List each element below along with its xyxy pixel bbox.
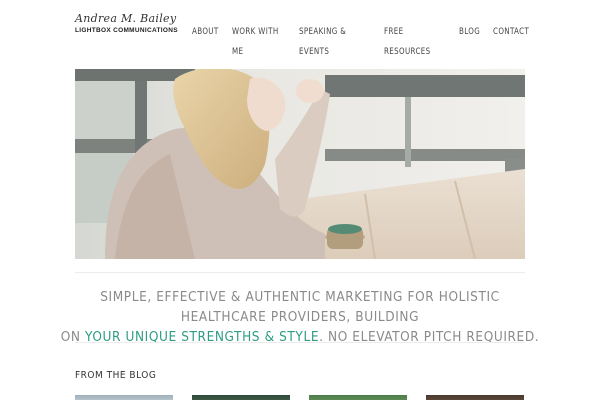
tagline-line1: SIMPLE, EFFECTIVE & AUTHENTIC MARKETING … bbox=[100, 289, 500, 325]
nav-label-free-line2: RESOURCES bbox=[384, 47, 431, 57]
nav-item-contact[interactable]: CONTACT bbox=[493, 22, 529, 42]
blog-thumbnail-1[interactable] bbox=[75, 395, 173, 400]
nav-item-free-resources[interactable]: FREE RESOURCES bbox=[384, 22, 431, 62]
tagline: SIMPLE, EFFECTIVE & AUTHENTIC MARKETING … bbox=[60, 287, 540, 347]
nav-label-work-with-line2: ME bbox=[232, 47, 244, 57]
blog-thumbnail-3[interactable] bbox=[309, 395, 407, 400]
divider-top bbox=[75, 272, 525, 273]
blog-thumbnail-4[interactable] bbox=[426, 395, 524, 400]
nav-item-work-with-me[interactable]: WORK WITH ME bbox=[232, 22, 279, 62]
nav-item-speaking-events[interactable]: SPEAKING & EVENTS bbox=[299, 22, 346, 62]
tagline-line2: ON YOUR UNIQUE STRENGTHS & STYLE. NO ELE… bbox=[60, 327, 540, 347]
nav-item-blog[interactable]: BLOG bbox=[459, 22, 480, 42]
nav-label-work-with-line1: WORK WITH bbox=[232, 27, 279, 37]
blog-thumbnail-2[interactable] bbox=[192, 395, 290, 400]
nav-label-blog: BLOG bbox=[459, 27, 481, 37]
divider-bottom bbox=[75, 342, 525, 343]
nav-label-speaking-line2: EVENTS bbox=[299, 47, 330, 57]
nav-label-free-line1: FREE bbox=[384, 27, 404, 37]
main-nav: ABOUT WORK WITH ME SPEAKING & EVENTS FRE… bbox=[0, 22, 600, 62]
nav-label-speaking-line1: SPEAKING & bbox=[299, 27, 347, 37]
nav-label-contact: CONTACT bbox=[493, 27, 530, 37]
blog-section-title: FROM THE BLOG bbox=[75, 370, 157, 381]
hero-image bbox=[75, 69, 525, 259]
nav-label-about: ABOUT bbox=[192, 27, 219, 37]
nav-item-about[interactable]: ABOUT bbox=[192, 22, 219, 42]
